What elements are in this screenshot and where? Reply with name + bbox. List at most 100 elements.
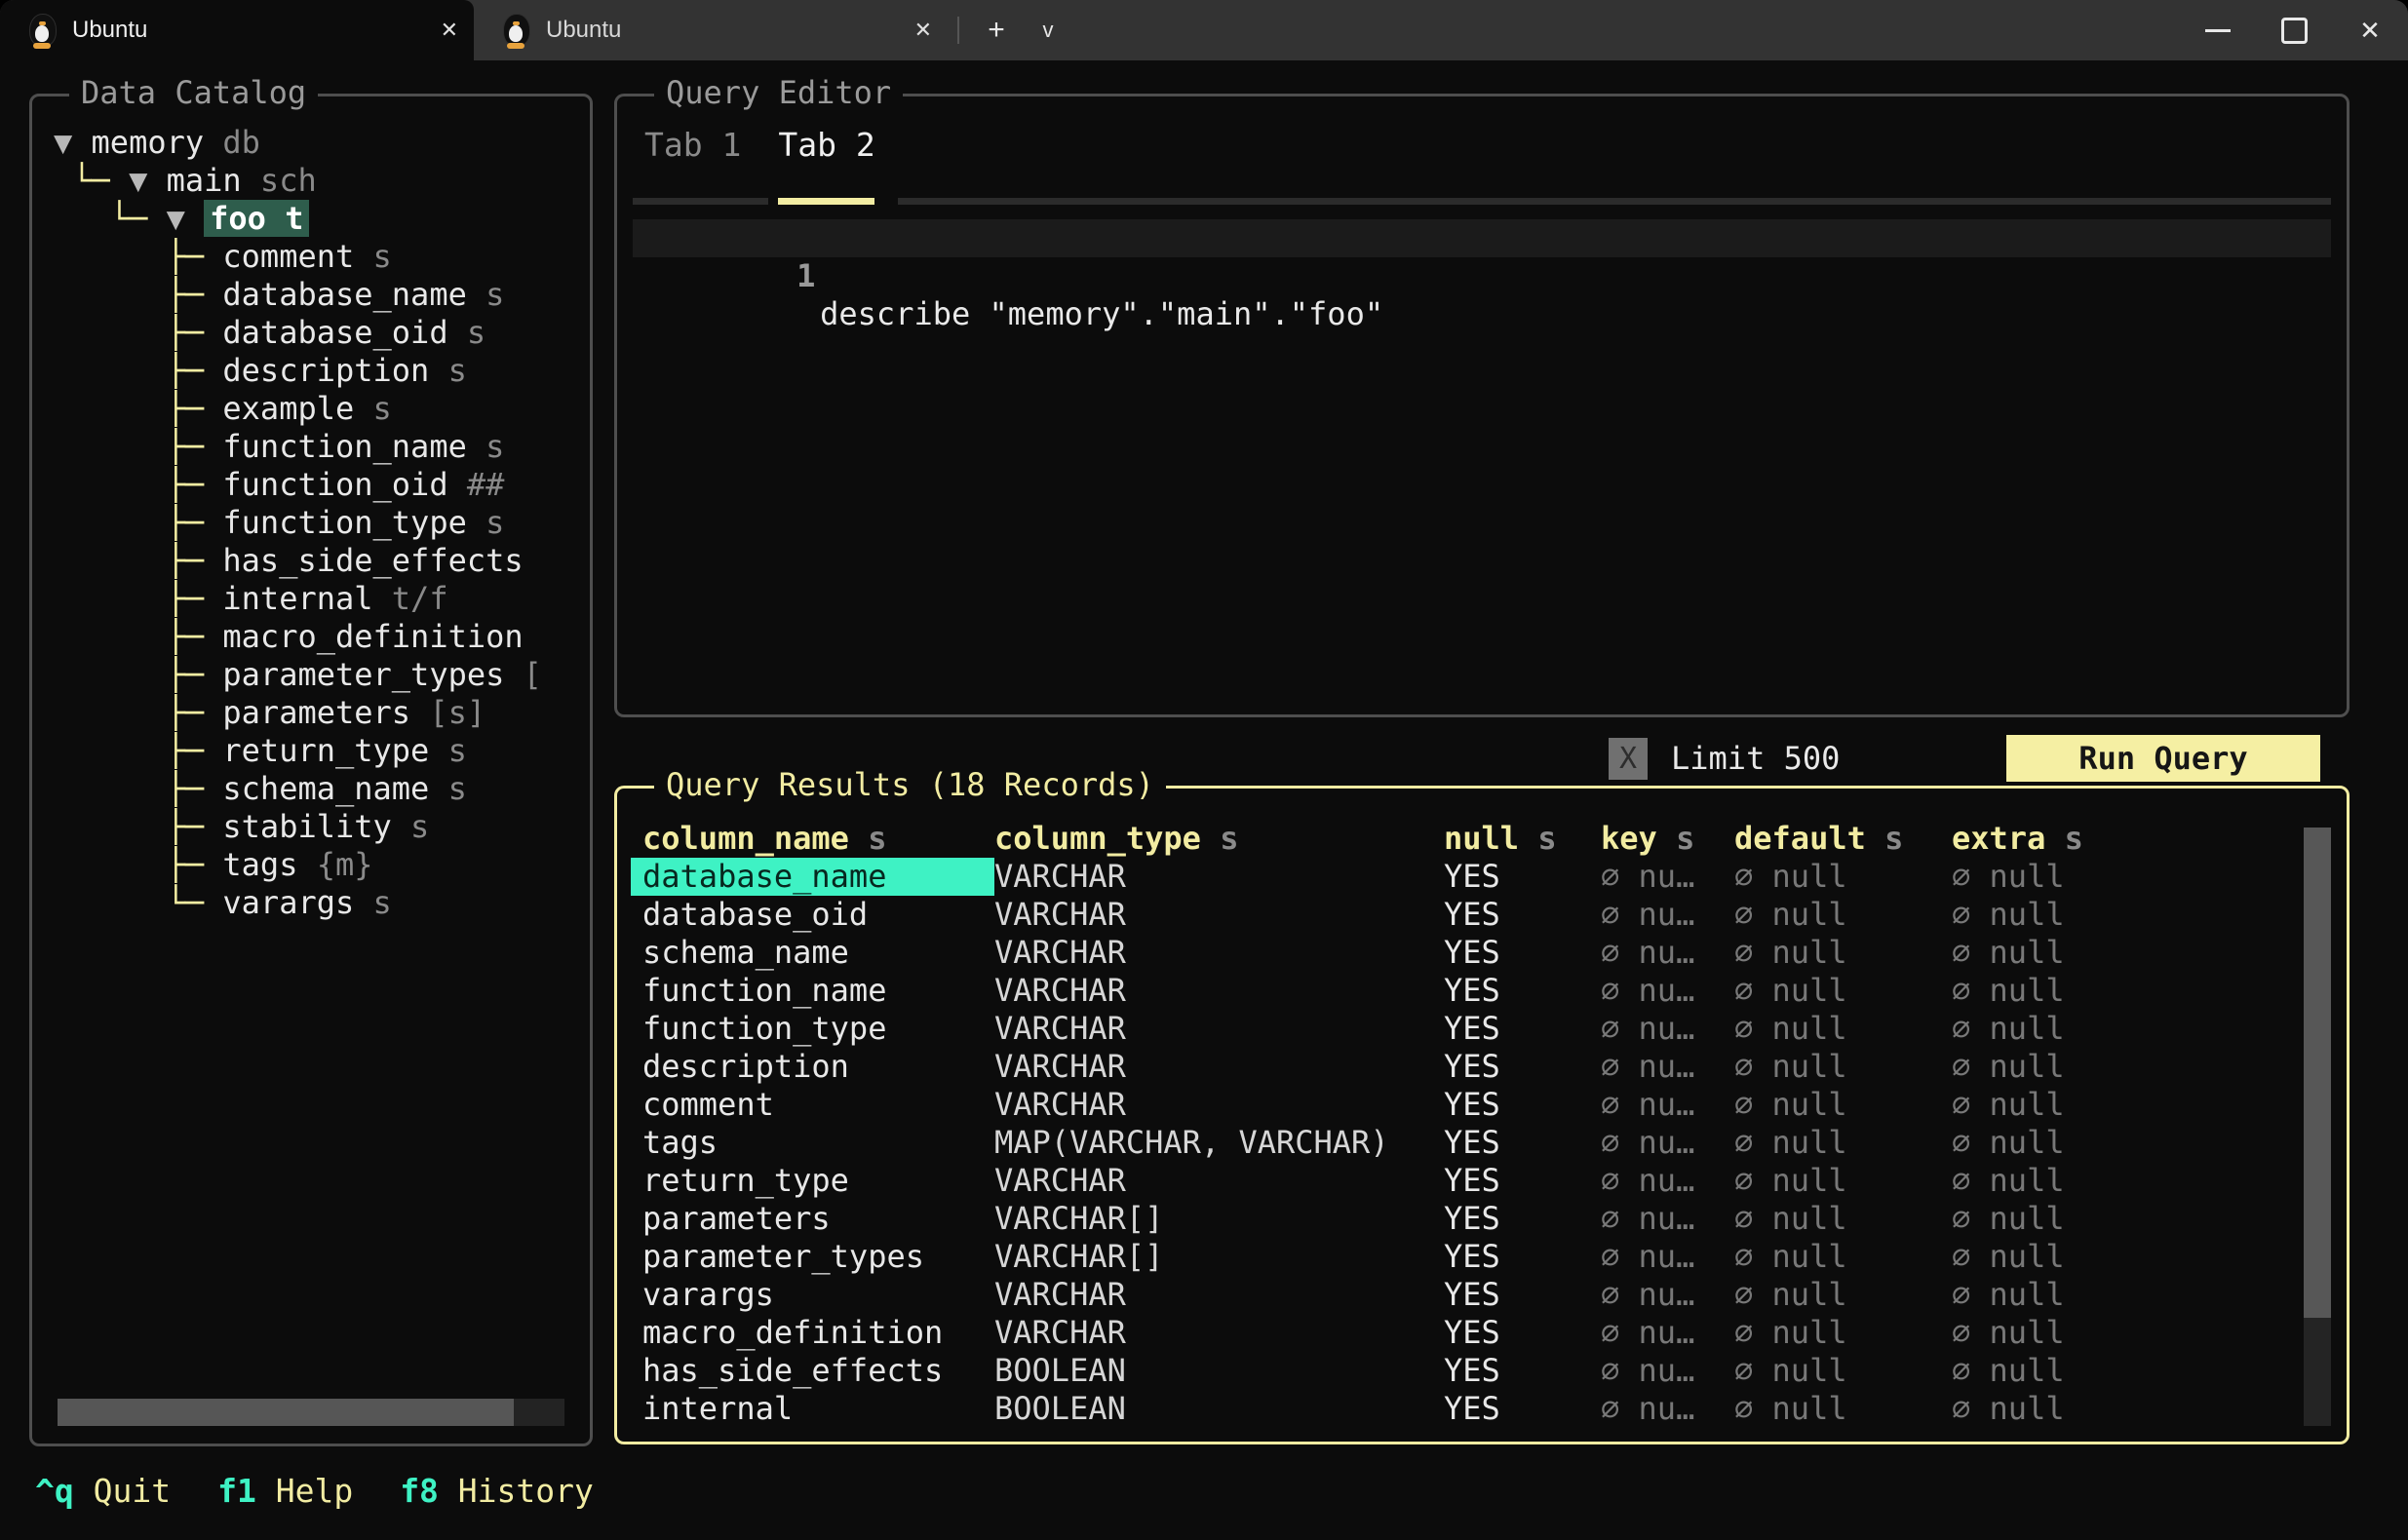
results-cell[interactable]: database_name xyxy=(631,858,994,896)
results-column-header[interactable]: extra s xyxy=(1952,820,2278,858)
results-row[interactable]: database_oid VARCHAR YES ∅ nu… ∅ null ∅ null xyxy=(631,896,2278,934)
new-tab-button[interactable]: + xyxy=(969,0,1024,60)
tree-item[interactable]: ├─ example s xyxy=(54,390,586,428)
results-cell[interactable]: function_type xyxy=(631,1010,994,1048)
expand-arrow-icon[interactable]: ▼ xyxy=(129,162,167,199)
tree-item[interactable]: ├─ database_oid s xyxy=(54,314,586,352)
tree-item[interactable]: ├─ schema_name s xyxy=(54,770,586,808)
catalog-scrollbar-thumb[interactable] xyxy=(58,1399,514,1426)
results-cell[interactable]: ∅ null xyxy=(1734,1390,1952,1428)
results-column-header[interactable]: null s xyxy=(1444,820,1601,858)
results-column-header[interactable]: column_name s xyxy=(631,820,994,858)
tree-item[interactable]: ├─ comment s xyxy=(54,238,586,276)
results-vertical-scrollbar[interactable] xyxy=(2304,828,2331,1426)
results-cell[interactable]: YES xyxy=(1444,1048,1601,1086)
results-cell[interactable]: YES xyxy=(1444,934,1601,972)
results-row[interactable]: parameters VARCHAR[] YES ∅ nu… ∅ null ∅ null xyxy=(631,1200,2278,1238)
results-cell[interactable]: YES xyxy=(1444,1276,1601,1314)
results-cell[interactable]: ∅ nu… xyxy=(1601,972,1734,1010)
results-cell[interactable]: VARCHAR xyxy=(994,1010,1444,1048)
tab-close-icon[interactable]: ✕ xyxy=(441,18,458,43)
tree-item[interactable]: ├─ macro_definition xyxy=(54,618,586,656)
results-cell[interactable]: description xyxy=(631,1048,994,1086)
results-cell[interactable]: VARCHAR xyxy=(994,972,1444,1010)
results-cell[interactable]: YES xyxy=(1444,1086,1601,1124)
results-cell[interactable]: ∅ null xyxy=(1952,1010,2278,1048)
results-cell[interactable]: macro_definition xyxy=(631,1314,994,1352)
results-cell[interactable]: ∅ null xyxy=(1952,1390,2278,1428)
results-cell[interactable]: ∅ null xyxy=(1952,858,2278,896)
footer-shortcut[interactable]: ^q Quit xyxy=(35,1472,171,1510)
results-row[interactable]: comment VARCHAR YES ∅ nu… ∅ null ∅ null xyxy=(631,1086,2278,1124)
minimize-button[interactable] xyxy=(2180,0,2256,60)
results-column-header[interactable]: column_type s xyxy=(994,820,1444,858)
results-row[interactable]: function_name VARCHAR YES ∅ nu… ∅ null ∅ null xyxy=(631,972,2278,1010)
tree-item[interactable]: ├─ function_name s xyxy=(54,428,586,466)
results-cell[interactable]: YES xyxy=(1444,1124,1601,1162)
expand-arrow-icon[interactable]: ▼ xyxy=(54,124,92,161)
results-cell[interactable]: ∅ nu… xyxy=(1601,1086,1734,1124)
footer-shortcut[interactable]: f8 History xyxy=(400,1472,594,1510)
results-cell[interactable]: ∅ null xyxy=(1952,1238,2278,1276)
tree-item[interactable]: └─ ▼ foo t xyxy=(54,200,586,238)
editor-active-line[interactable]: 1 describe "memory"."main"."foo" xyxy=(633,219,2331,332)
results-scrollbar-thumb[interactable] xyxy=(2304,828,2331,1319)
results-cell[interactable]: return_type xyxy=(631,1162,994,1200)
results-cell[interactable]: ∅ null xyxy=(1952,1276,2278,1314)
tree-item[interactable]: ├─ description s xyxy=(54,352,586,390)
results-cell[interactable]: internal xyxy=(631,1390,994,1428)
limit-checkbox[interactable]: X xyxy=(1609,738,1648,780)
results-cell[interactable]: ∅ null xyxy=(1952,1048,2278,1086)
results-cell[interactable]: YES xyxy=(1444,858,1601,896)
results-cell[interactable]: ∅ null xyxy=(1734,934,1952,972)
tree-item[interactable]: ├─ function_type s xyxy=(54,504,586,542)
results-cell[interactable]: BOOLEAN xyxy=(994,1352,1444,1390)
results-cell[interactable]: ∅ null xyxy=(1952,1162,2278,1200)
results-row[interactable]: has_side_effects BOOLEAN YES ∅ nu… ∅ null ∅ n… xyxy=(631,1352,2278,1390)
results-cell[interactable]: YES xyxy=(1444,1314,1601,1352)
results-row[interactable]: internal BOOLEAN YES ∅ nu… ∅ null ∅ null xyxy=(631,1390,2278,1428)
results-cell[interactable]: comment xyxy=(631,1086,994,1124)
results-cell[interactable]: ∅ nu… xyxy=(1601,1048,1734,1086)
results-cell[interactable]: ∅ null xyxy=(1952,1086,2278,1124)
results-cell[interactable]: ∅ null xyxy=(1952,934,2278,972)
tab-dropdown-button[interactable]: v xyxy=(1024,0,1072,60)
results-cell[interactable]: YES xyxy=(1444,1390,1601,1428)
results-row[interactable]: database_name VARCHAR YES ∅ nu… ∅ null ∅ null xyxy=(631,858,2278,896)
results-row[interactable]: return_type VARCHAR YES ∅ nu… ∅ null ∅ null xyxy=(631,1162,2278,1200)
results-cell[interactable]: ∅ null xyxy=(1734,1010,1952,1048)
results-row[interactable]: schema_name VARCHAR YES ∅ nu… ∅ null ∅ null xyxy=(631,934,2278,972)
results-cell[interactable]: ∅ null xyxy=(1734,1314,1952,1352)
results-cell[interactable]: parameters xyxy=(631,1200,994,1238)
tree-item[interactable]: ├─ parameter_types [ xyxy=(54,656,586,694)
results-cell[interactable]: ∅ null xyxy=(1734,1200,1952,1238)
results-cell[interactable]: ∅ null xyxy=(1952,1124,2278,1162)
results-cell[interactable]: VARCHAR xyxy=(994,1314,1444,1352)
results-row[interactable]: macro_definition VARCHAR YES ∅ nu… ∅ null ∅ n… xyxy=(631,1314,2278,1352)
results-column-header[interactable]: key s xyxy=(1601,820,1734,858)
results-cell[interactable]: ∅ nu… xyxy=(1601,858,1734,896)
results-cell[interactable]: YES xyxy=(1444,1010,1601,1048)
results-cell[interactable]: YES xyxy=(1444,972,1601,1010)
results-cell[interactable]: function_name xyxy=(631,972,994,1010)
results-cell[interactable]: VARCHAR xyxy=(994,1086,1444,1124)
terminal-tab-active[interactable]: Ubuntu ✕ xyxy=(0,0,474,60)
results-cell[interactable]: VARCHAR xyxy=(994,1276,1444,1314)
results-cell[interactable]: ∅ null xyxy=(1734,1238,1952,1276)
tree-item[interactable]: ├─ stability s xyxy=(54,808,586,846)
tree-item[interactable]: ├─ return_type s xyxy=(54,732,586,770)
results-cell[interactable]: YES xyxy=(1444,1352,1601,1390)
results-cell[interactable]: ∅ null xyxy=(1734,1124,1952,1162)
results-cell[interactable]: YES xyxy=(1444,1162,1601,1200)
tab-close-icon[interactable]: ✕ xyxy=(914,18,932,43)
tree-item[interactable]: ├─ parameters [s] xyxy=(54,694,586,732)
results-cell[interactable]: has_side_effects xyxy=(631,1352,994,1390)
tree-item[interactable]: ├─ has_side_effects xyxy=(54,542,586,580)
tree-item[interactable]: ├─ database_name s xyxy=(54,276,586,314)
results-column-header[interactable]: default s xyxy=(1734,820,1952,858)
results-cell[interactable]: ∅ nu… xyxy=(1601,1276,1734,1314)
tree-item[interactable]: ├─ function_oid ## xyxy=(54,466,586,504)
close-button[interactable]: ✕ xyxy=(2332,0,2408,60)
run-query-button[interactable]: Run Query xyxy=(2006,735,2320,782)
results-cell[interactable]: ∅ null xyxy=(1734,1352,1952,1390)
